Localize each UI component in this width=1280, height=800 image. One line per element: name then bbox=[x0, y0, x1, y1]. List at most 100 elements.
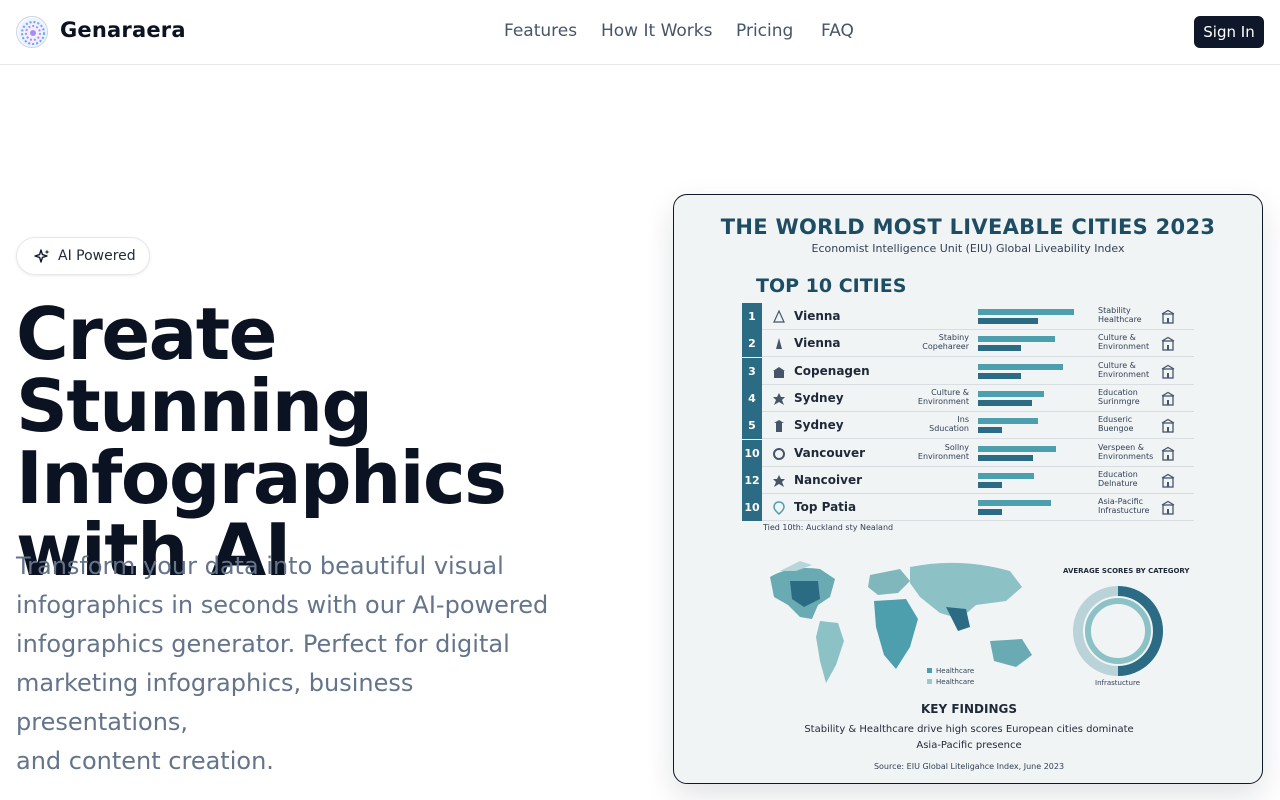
category-label: Culture & Environment bbox=[1098, 360, 1150, 379]
world-map-icon bbox=[770, 561, 1032, 683]
infographic-source: Source: EIU Global Liteligahce Index, Ju… bbox=[873, 762, 1065, 771]
key-findings-line: Asia-Pacific presence bbox=[916, 740, 1022, 751]
building-icon bbox=[1161, 446, 1175, 461]
ai-powered-badge: AI Powered bbox=[16, 237, 150, 275]
city-name: Vienna bbox=[794, 336, 841, 351]
infographic-preview: THE WORLD MOST LIVEABLE CITIES 2023 Econ… bbox=[673, 194, 1263, 784]
city-row: 12 Nancoiver Education Delnature bbox=[742, 466, 1194, 494]
building-icon bbox=[1161, 364, 1175, 379]
brand-logo-icon[interactable] bbox=[16, 16, 48, 48]
city-row: 4 Sydney Culture & Environment Education Suri… bbox=[742, 384, 1194, 412]
score-bar-secondary bbox=[978, 454, 1034, 461]
category-label: Asia-Pacific Infrastucture bbox=[1098, 497, 1150, 516]
landmark-icon bbox=[773, 366, 785, 378]
building-icon bbox=[1161, 309, 1175, 324]
score-bar-primary bbox=[978, 500, 1052, 507]
landmark-icon bbox=[773, 392, 785, 405]
average-scores-title: AVERAGE SCORES BY CATEGORY bbox=[1063, 567, 1190, 575]
category-label: Education Delnature bbox=[1098, 469, 1138, 488]
category-label: Ins Sducation bbox=[929, 415, 969, 434]
building-icon bbox=[1161, 337, 1175, 351]
category-label: Verspeen & Environments bbox=[1098, 442, 1154, 461]
landmark-icon bbox=[773, 474, 785, 487]
category-label: Sollny Environment bbox=[917, 442, 969, 461]
score-bar-primary bbox=[978, 390, 1044, 397]
landmark-icon bbox=[773, 447, 785, 460]
city-name: Vancouver bbox=[794, 445, 866, 460]
city-row: 5 Sydney Ins Sducation Eduseric Buengoe bbox=[742, 412, 1194, 440]
badge-label: AI Powered bbox=[58, 248, 136, 264]
rank-number: 2 bbox=[742, 330, 762, 358]
score-bar-secondary bbox=[978, 372, 1022, 379]
sparkles-icon bbox=[34, 249, 50, 263]
score-bar-secondary bbox=[978, 399, 1032, 406]
hero-description: Transform your data into beautiful visua… bbox=[16, 547, 586, 781]
landmark-icon bbox=[774, 420, 784, 433]
rank-number: 1 bbox=[742, 303, 762, 330]
hero-description-line: and content creation. bbox=[16, 747, 274, 775]
rank-number: 10 bbox=[742, 494, 762, 522]
nav-features[interactable]: Features bbox=[504, 21, 577, 41]
score-bar-secondary bbox=[978, 481, 1002, 488]
rank-number: 12 bbox=[742, 466, 762, 494]
category-label: Culture & Environment bbox=[917, 387, 969, 406]
city-name: Sydney bbox=[794, 418, 844, 433]
building-icon bbox=[1161, 418, 1175, 433]
hero-title-line: Create Stunning bbox=[16, 292, 373, 448]
infographic-section-title: TOP 10 CITIES bbox=[756, 275, 907, 297]
rank-number: 5 bbox=[742, 412, 762, 440]
landmark-icon bbox=[773, 501, 785, 516]
map-legend-item: Healthcare bbox=[927, 678, 974, 686]
city-name: Copenagen bbox=[794, 363, 870, 378]
score-bar-primary bbox=[978, 418, 1038, 425]
hero-description-line: infographics generator. Perfect for digi… bbox=[16, 630, 510, 658]
score-bar-secondary bbox=[978, 509, 1002, 516]
building-icon bbox=[1161, 391, 1175, 406]
rank-number: 3 bbox=[742, 357, 762, 385]
score-bar-primary bbox=[978, 309, 1074, 315]
rank-number: 4 bbox=[742, 384, 762, 412]
building-icon bbox=[1161, 500, 1175, 515]
city-name: Top Patia bbox=[794, 500, 857, 515]
nav-how-it-works[interactable]: How It Works bbox=[601, 21, 712, 41]
building-icon bbox=[1161, 473, 1175, 488]
city-name: Sydney bbox=[794, 390, 844, 405]
nav-faq[interactable]: FAQ bbox=[821, 21, 854, 41]
landmark-icon bbox=[776, 338, 782, 350]
legend-label: Healthcare bbox=[936, 667, 975, 675]
score-bar-primary bbox=[978, 445, 1056, 452]
landmark-icon bbox=[773, 310, 785, 323]
category-label: Stabiny Copehareer bbox=[922, 333, 969, 352]
category-label: Culture & Environment bbox=[1098, 333, 1150, 352]
score-bar-secondary bbox=[978, 345, 1022, 352]
city-row: 3 Copenagen Culture & Environment bbox=[742, 357, 1194, 385]
city-row: 10 Vancouver Sollny Environment Verspeen & En… bbox=[742, 439, 1194, 467]
infographic-subtitle: Economist Intelligence Unit (EIU) Global… bbox=[811, 242, 1125, 255]
score-bar-primary bbox=[978, 363, 1064, 370]
legend-swatch bbox=[927, 679, 932, 684]
score-bar-primary bbox=[978, 472, 1035, 479]
infographic-title: THE WORLD MOST LIVEABLE CITIES 2023 bbox=[720, 215, 1216, 239]
category-label: Eduseric Buengoe bbox=[1098, 415, 1134, 434]
city-row: 10 Top Patia Asia-Pacific Infrastucture bbox=[742, 494, 1194, 522]
hero-description-line: infographics in seconds with our AI-powe… bbox=[16, 591, 549, 619]
score-bar-secondary bbox=[978, 318, 1038, 324]
hero-title: Create Stunning Infographics with AI bbox=[16, 298, 616, 586]
map-legend-item: Healthcare bbox=[927, 667, 975, 675]
site-header: Genaraera Features How It Works Pricing … bbox=[0, 0, 1280, 65]
hero-title-line: Infographics bbox=[16, 436, 507, 520]
category-label: Education Surinmgre bbox=[1098, 387, 1140, 406]
rank-number: 10 bbox=[742, 439, 762, 467]
sign-in-button[interactable]: Sign In bbox=[1194, 16, 1264, 48]
legend-swatch bbox=[927, 668, 932, 673]
category-label: Stability Healthcare bbox=[1098, 306, 1142, 324]
donut-label: Infrastucture bbox=[1095, 679, 1141, 687]
donut-chart-icon bbox=[1073, 586, 1163, 676]
key-findings-title: KEY FINDINGS bbox=[920, 702, 1018, 716]
brand-name[interactable]: Genaraera bbox=[60, 18, 186, 42]
city-name: Vienna bbox=[794, 309, 841, 323]
score-bar-primary bbox=[978, 336, 1055, 343]
tied-note: Tied 10th: Auckland sty Nealand bbox=[763, 523, 894, 532]
hero-description-line: Transform your data into beautiful visua… bbox=[16, 552, 504, 580]
nav-pricing[interactable]: Pricing bbox=[736, 21, 793, 41]
